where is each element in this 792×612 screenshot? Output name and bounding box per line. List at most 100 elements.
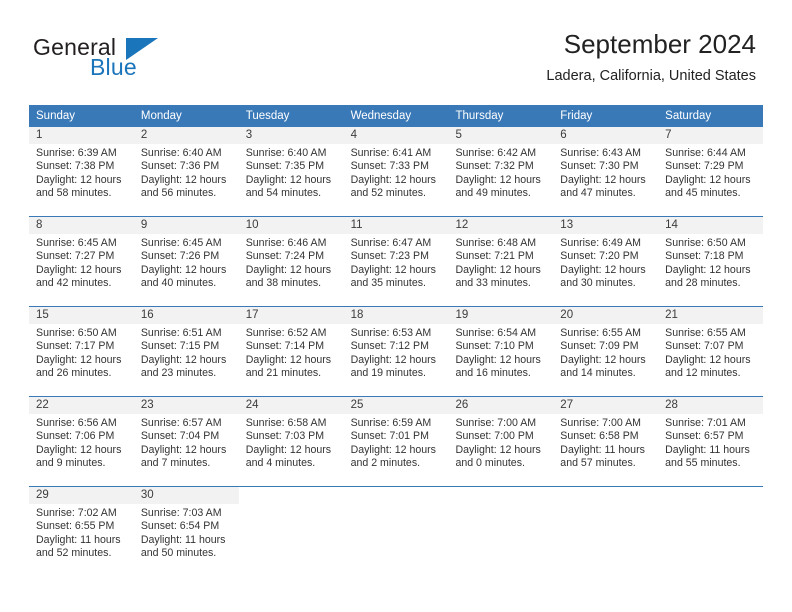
day-cell[interactable]: 26 Sunrise: 7:00 AM Sunset: 7:00 PM Dayl… (448, 397, 554, 486)
sunrise-text: Sunrise: 6:55 AM (665, 327, 746, 339)
day-cell[interactable]: 28 Sunrise: 7:01 AM Sunset: 6:57 PM Dayl… (658, 397, 764, 486)
day-cell[interactable]: 23 Sunrise: 6:57 AM Sunset: 7:04 PM Dayl… (133, 397, 239, 486)
daylight-text-line2: and 19 minutes. (350, 366, 426, 379)
sunrise-text: Sunrise: 6:40 AM (140, 147, 222, 159)
sunrise-text: Sunrise: 6:52 AM (245, 327, 327, 339)
day-cell[interactable]: 16 Sunrise: 6:51 AM Sunset: 7:15 PM Dayl… (133, 307, 239, 396)
weekday-header-row: Sunday Monday Tuesday Wednesday Thursday… (29, 105, 763, 127)
daylight-text-line1: Daylight: 12 hours (140, 263, 227, 276)
day-cell-empty (238, 487, 344, 576)
daylight-text-line1: Daylight: 12 hours (350, 443, 436, 456)
day-number: 7 (658, 127, 764, 144)
day-number (343, 487, 449, 504)
day-cell[interactable]: 27 Sunrise: 7:00 AM Sunset: 6:58 PM Dayl… (553, 397, 659, 486)
day-number (658, 487, 764, 504)
day-cell[interactable]: 15 Sunrise: 6:50 AM Sunset: 7:17 PM Dayl… (29, 307, 134, 396)
day-cell[interactable]: 8 Sunrise: 6:45 AM Sunset: 7:27 PM Dayli… (29, 217, 134, 306)
week-row: 8 Sunrise: 6:45 AM Sunset: 7:27 PM Dayli… (29, 216, 764, 306)
sunrise-text: Sunrise: 7:01 AM (665, 417, 746, 429)
day-cell[interactable]: 5 Sunrise: 6:42 AM Sunset: 7:32 PM Dayli… (448, 127, 554, 216)
sunrise-text: Sunrise: 6:43 AM (560, 147, 641, 159)
day-details: Sunrise: 6:47 AM Sunset: 7:23 PM Dayligh… (344, 234, 449, 290)
sunrise-text: Sunrise: 6:50 AM (665, 237, 746, 249)
sunset-text: Sunset: 7:26 PM (140, 250, 220, 263)
day-cell[interactable]: 25 Sunrise: 6:59 AM Sunset: 7:01 PM Dayl… (343, 397, 449, 486)
sunrise-text: Sunrise: 6:51 AM (140, 327, 222, 339)
day-cell[interactable]: 21 Sunrise: 6:55 AM Sunset: 7:07 PM Dayl… (658, 307, 764, 396)
daylight-text-line2: and 50 minutes. (140, 546, 217, 559)
sunrise-text: Sunrise: 6:39 AM (36, 147, 117, 159)
daylight-text-line1: Daylight: 12 hours (245, 353, 332, 366)
title-block: September 2024 Ladera, California, Unite… (546, 28, 756, 86)
day-cell-empty (448, 487, 554, 576)
day-cell[interactable]: 10 Sunrise: 6:46 AM Sunset: 7:24 PM Dayl… (238, 217, 344, 306)
sunset-text: Sunset: 7:12 PM (350, 340, 429, 353)
daylight-text-line1: Daylight: 12 hours (140, 353, 227, 366)
day-details: Sunrise: 6:46 AM Sunset: 7:24 PM Dayligh… (239, 234, 344, 290)
day-cell[interactable]: 24 Sunrise: 6:58 AM Sunset: 7:03 PM Dayl… (238, 397, 344, 486)
general-blue-logo[interactable]: General Blue (33, 34, 253, 84)
day-number: 5 (448, 127, 554, 144)
daylight-text-line1: Daylight: 12 hours (245, 173, 332, 186)
day-cell-empty (658, 487, 764, 576)
sunset-text: Sunset: 7:24 PM (245, 250, 325, 263)
daylight-text-line1: Daylight: 12 hours (455, 353, 541, 366)
day-cell[interactable]: 19 Sunrise: 6:54 AM Sunset: 7:10 PM Dayl… (448, 307, 554, 396)
day-number: 8 (29, 217, 134, 234)
day-details: Sunrise: 6:52 AM Sunset: 7:14 PM Dayligh… (239, 324, 344, 380)
logo-text-blue: Blue (90, 54, 137, 80)
day-cell[interactable]: 1 Sunrise: 6:39 AM Sunset: 7:38 PM Dayli… (29, 127, 134, 216)
sunrise-text: Sunrise: 6:50 AM (36, 327, 117, 339)
day-details: Sunrise: 6:59 AM Sunset: 7:01 PM Dayligh… (344, 414, 449, 470)
day-cell[interactable]: 6 Sunrise: 6:43 AM Sunset: 7:30 PM Dayli… (553, 127, 659, 216)
day-cell[interactable]: 22 Sunrise: 6:56 AM Sunset: 7:06 PM Dayl… (29, 397, 134, 486)
sunrise-text: Sunrise: 6:58 AM (245, 417, 327, 429)
sunset-text: Sunset: 7:29 PM (665, 160, 744, 173)
sunrise-text: Sunrise: 6:54 AM (455, 327, 537, 339)
day-cell[interactable]: 30 Sunrise: 7:03 AM Sunset: 6:54 PM Dayl… (133, 487, 239, 576)
sunset-text: Sunset: 7:06 PM (36, 430, 115, 443)
day-cell[interactable]: 3 Sunrise: 6:40 AM Sunset: 7:35 PM Dayli… (238, 127, 344, 216)
daylight-text-line1: Daylight: 12 hours (665, 353, 751, 366)
day-details: Sunrise: 6:50 AM Sunset: 7:18 PM Dayligh… (658, 234, 763, 290)
sunrise-text: Sunrise: 6:40 AM (245, 147, 327, 159)
sunset-text: Sunset: 6:57 PM (665, 430, 744, 443)
day-cell-empty (343, 487, 449, 576)
daylight-text-line2: and 12 minutes. (665, 366, 741, 379)
day-cell[interactable]: 20 Sunrise: 6:55 AM Sunset: 7:09 PM Dayl… (553, 307, 659, 396)
day-cell[interactable]: 29 Sunrise: 7:02 AM Sunset: 6:55 PM Dayl… (29, 487, 134, 576)
sunrise-text: Sunrise: 7:00 AM (455, 417, 537, 429)
sunrise-text: Sunrise: 7:02 AM (36, 507, 117, 519)
day-cell[interactable]: 7 Sunrise: 6:44 AM Sunset: 7:29 PM Dayli… (658, 127, 764, 216)
week-row: 1 Sunrise: 6:39 AM Sunset: 7:38 PM Dayli… (29, 127, 764, 216)
day-cell[interactable]: 14 Sunrise: 6:50 AM Sunset: 7:18 PM Dayl… (658, 217, 764, 306)
daylight-text-line2: and 14 minutes. (560, 366, 636, 379)
daylight-text-line1: Daylight: 12 hours (455, 443, 541, 456)
daylight-text-line1: Daylight: 12 hours (36, 173, 122, 186)
day-number: 25 (343, 397, 449, 414)
day-cell[interactable]: 17 Sunrise: 6:52 AM Sunset: 7:14 PM Dayl… (238, 307, 344, 396)
day-details: Sunrise: 7:00 AM Sunset: 6:58 PM Dayligh… (553, 414, 658, 470)
sunrise-text: Sunrise: 6:56 AM (36, 417, 117, 429)
sunset-text: Sunset: 6:54 PM (140, 520, 220, 533)
day-cell[interactable]: 9 Sunrise: 6:45 AM Sunset: 7:26 PM Dayli… (133, 217, 239, 306)
day-number: 17 (238, 307, 344, 324)
day-details: Sunrise: 6:55 AM Sunset: 7:07 PM Dayligh… (658, 324, 763, 380)
daylight-text-line1: Daylight: 11 hours (665, 443, 750, 456)
weekday-header-wednesday: Wednesday (350, 110, 412, 122)
day-cell[interactable]: 2 Sunrise: 6:40 AM Sunset: 7:36 PM Dayli… (133, 127, 239, 216)
sunset-text: Sunset: 6:55 PM (36, 520, 115, 533)
day-cell[interactable]: 12 Sunrise: 6:48 AM Sunset: 7:21 PM Dayl… (448, 217, 554, 306)
day-cell[interactable]: 18 Sunrise: 6:53 AM Sunset: 7:12 PM Dayl… (343, 307, 449, 396)
weekday-header-monday: Monday (140, 110, 182, 122)
daylight-text-line1: Daylight: 12 hours (350, 353, 436, 366)
daylight-text-line2: and 30 minutes. (560, 276, 636, 289)
daylight-text-line2: and 4 minutes. (245, 456, 316, 469)
sunrise-text: Sunrise: 6:49 AM (560, 237, 641, 249)
sunrise-text: Sunrise: 6:47 AM (350, 237, 432, 249)
day-cell[interactable]: 13 Sunrise: 6:49 AM Sunset: 7:20 PM Dayl… (553, 217, 659, 306)
day-cell[interactable]: 4 Sunrise: 6:41 AM Sunset: 7:33 PM Dayli… (343, 127, 449, 216)
day-number: 15 (29, 307, 134, 324)
day-cell[interactable]: 11 Sunrise: 6:47 AM Sunset: 7:23 PM Dayl… (343, 217, 449, 306)
sunrise-text: Sunrise: 6:46 AM (245, 237, 327, 249)
